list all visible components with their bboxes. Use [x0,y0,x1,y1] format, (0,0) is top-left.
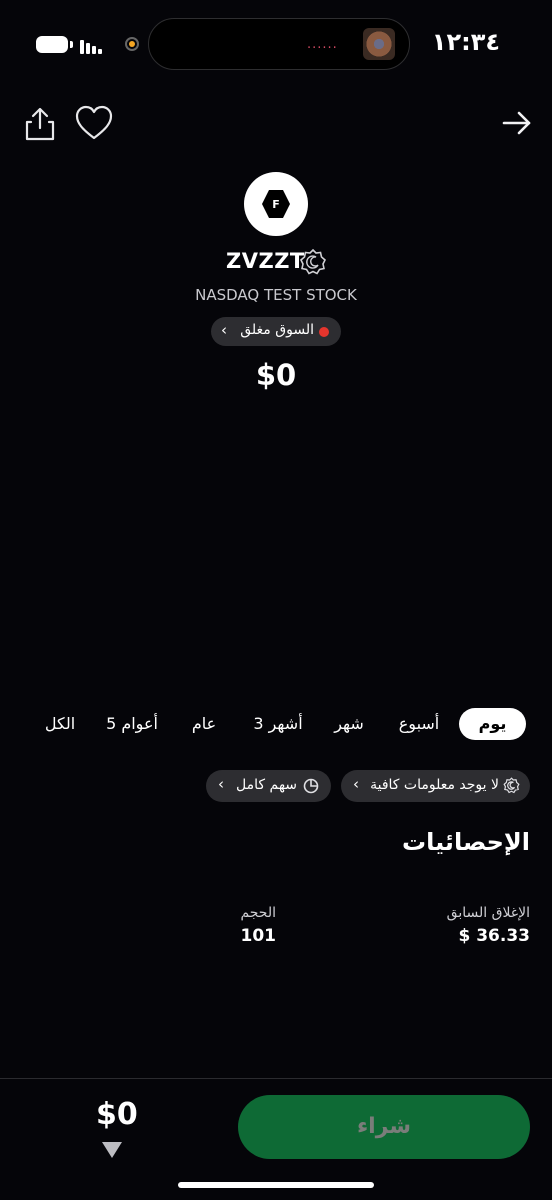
bottom-divider [0,1078,552,1079]
period-year[interactable]: عام [186,708,222,740]
period-week[interactable]: أسبوع [392,708,446,740]
share-type-label: سهم كامل [236,777,297,793]
market-closed-dot [319,327,329,337]
logo-hexagon: F [262,190,290,218]
period-5-years[interactable]: 5 أعوام [104,708,160,740]
sharia-info-label: لا يوجد معلومات كافية [370,777,499,793]
buy-button[interactable]: شراء [238,1095,530,1159]
company-name: NASDAQ TEST STOCK [195,286,357,304]
back-arrow-icon[interactable] [500,106,534,140]
chevron-left-icon: ‹ [353,775,359,793]
volume-value: 101 [240,926,277,946]
status-time: ١٢:٣٤ [431,28,500,56]
stock-ticker: ZVZZT [226,249,305,273]
sharia-badge-icon [503,777,520,794]
stock-price: $0 [255,358,297,392]
recording-indicator-icon [125,37,139,51]
sharia-info-chip[interactable]: لا يوجد معلومات كافية ‹ [341,770,530,802]
home-indicator[interactable] [178,1182,374,1188]
caret-down-icon[interactable] [102,1142,122,1158]
market-status-label: السوق مغلق [240,322,314,338]
chevron-left-icon: ‹ [218,775,224,793]
signal-icon [80,36,104,54]
stock-logo: F [244,172,308,236]
battery-icon [36,36,73,53]
statistics-title: الإحصائيات [402,828,530,856]
logo-letter: F [272,197,280,211]
favorite-heart-icon[interactable] [74,104,114,142]
island-activity-dots: ...... [307,37,338,52]
period-month[interactable]: شهر [328,708,370,740]
share-type-chip[interactable]: سهم كامل ‹ [206,770,331,802]
status-bar: ...... ١٢:٣٤ [0,0,552,90]
buy-button-label: شراء [356,1114,412,1139]
island-thumbnail [363,28,395,60]
order-price: $0 [96,1097,138,1132]
period-all[interactable]: الكل [40,708,80,740]
pie-clock-icon [303,778,319,794]
volume-label: الحجم [240,905,276,921]
period-day[interactable]: يوم [459,708,526,740]
dynamic-island[interactable]: ...... [148,18,410,70]
prev-close-value: $ 36.33 [458,926,530,946]
share-icon[interactable] [22,106,58,142]
chevron-left-icon: ‹ [221,321,227,339]
market-status-pill[interactable]: السوق مغلق ‹ [211,317,341,346]
prev-close-label: الإغلاق السابق [446,905,530,921]
sharia-compliant-badge-icon[interactable] [299,248,327,276]
period-3-months[interactable]: 3 أشهر [248,708,308,740]
